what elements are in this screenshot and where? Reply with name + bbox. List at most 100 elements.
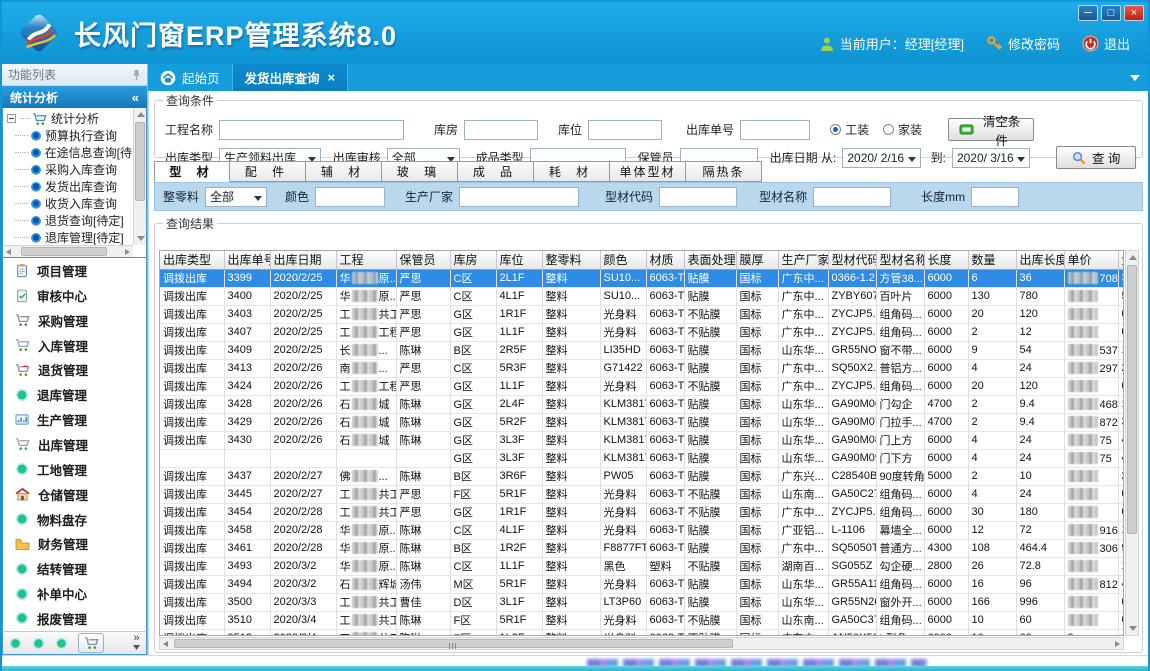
material-tab-6[interactable]: 单体型材 xyxy=(610,161,686,182)
tab-close-icon[interactable]: × xyxy=(328,70,336,85)
tree-item-5[interactable]: 退货查询[待定] xyxy=(5,212,132,229)
profile-name-input[interactable] xyxy=(813,187,891,207)
table-row[interactable]: 调拨出库34292020/2/26石城陈琳G区5R2F整料KLM38176063… xyxy=(160,413,1124,431)
grid-column-header[interactable]: 出库类型 xyxy=(160,251,224,269)
sidebar-item-12[interactable]: 结转管理 xyxy=(3,556,146,581)
sidebar-item-6[interactable]: 生产管理 xyxy=(3,407,146,432)
material-tab-0[interactable]: 型 材 xyxy=(154,161,230,182)
table-row[interactable]: 调拨出库34282020/2/26石城陈琳G区2L4F整料KLM38176063… xyxy=(160,395,1124,413)
table-row[interactable]: 调拨出库34032020/2/25工共工程严思G区1R1F整料光身料6063-T… xyxy=(160,305,1124,323)
tree-item-2[interactable]: 采购入库查询 xyxy=(5,161,132,178)
grid-column-header[interactable]: 出库日期 xyxy=(270,251,336,269)
grid-column-header[interactable]: 金 xyxy=(1118,251,1124,269)
grid-column-header[interactable]: 保管员 xyxy=(396,251,450,269)
table-row[interactable]: 调拨出库34372020/2/27佛...陈琳B区3R6F整料PW056063-… xyxy=(160,467,1124,485)
date-from-select[interactable]: 2020/ 2/16 xyxy=(842,148,920,168)
tree-item-0[interactable]: 预算执行查询 xyxy=(5,127,132,144)
close-button[interactable]: × xyxy=(1124,5,1144,21)
tree-item-4[interactable]: 收货入库查询 xyxy=(5,195,132,212)
maker-input[interactable] xyxy=(459,187,579,207)
tab-shipment-query[interactable]: 发货出库查询 × xyxy=(232,64,349,91)
minimize-button[interactable]: ─ xyxy=(1078,5,1098,21)
sidebar-overflow-button[interactable]: » xyxy=(133,634,140,652)
table-row[interactable]: 调拨出库34302020/2/26石城陈琳G区3L3F整料KLM38176063… xyxy=(160,431,1124,449)
table-row[interactable]: 调拨出库34242020/2/26工工程严思G区1L1F整料光身料6063-T5… xyxy=(160,377,1124,395)
grid-horizontal-scrollbar[interactable] xyxy=(159,637,1124,650)
sidebar-section-header[interactable]: 统计分析 « xyxy=(2,86,147,108)
sidebar-item-5[interactable]: 退库管理 xyxy=(3,382,146,407)
sidebar-item-3[interactable]: 入库管理 xyxy=(3,333,146,358)
order-no-input[interactable] xyxy=(740,120,810,140)
grid-column-header[interactable]: 长度 xyxy=(924,251,968,269)
tree-vertical-scrollbar[interactable] xyxy=(133,108,146,245)
grid-column-header[interactable]: 工程 xyxy=(336,251,396,269)
table-row[interactable]: G区3L3F整料KLM38176063-T5贴膜国标山东华...GA90M09.… xyxy=(160,449,1124,467)
radio-gongzhuang[interactable]: 工装 xyxy=(830,121,869,138)
table-row[interactable]: 调拨出库34582020/2/28华原...陈琳C区4L1F整料光身料6063-… xyxy=(160,521,1124,539)
table-row[interactable]: 调拨出库34542020/2/28工共工程严思G区1R1F整料光身料6063-T… xyxy=(160,503,1124,521)
pin-icon[interactable] xyxy=(132,69,141,81)
warehouse-input[interactable] xyxy=(464,120,538,140)
green-dot-icon[interactable] xyxy=(32,637,45,650)
table-row[interactable]: 调拨出库35122020/3/4工共工程陈琳F区1L2F整料光身料6063-T5… xyxy=(160,629,1124,636)
sidebar-item-1[interactable]: 审核中心 xyxy=(3,283,146,308)
table-row[interactable]: 调拨出库35002020/3/3工共工程曹佳D区3L1F整料LT3P606063… xyxy=(160,593,1124,611)
tree-root[interactable]: 统计分析 xyxy=(5,110,132,127)
cart-shortcut-button[interactable] xyxy=(78,633,104,653)
tree-item-1[interactable]: 在途信息查询[待 xyxy=(5,144,132,161)
grid-column-header[interactable]: 膜厚 xyxy=(736,251,778,269)
material-tab-1[interactable]: 配 件 xyxy=(230,161,306,182)
search-button[interactable]: 查 询 xyxy=(1056,146,1136,169)
grid-column-header[interactable]: 颜色 xyxy=(600,251,646,269)
grid-column-header[interactable]: 数量 xyxy=(968,251,1016,269)
table-row[interactable]: 调拨出库35102020/3/4工共工程陈琳F区5R1F整料光身料6063-T5… xyxy=(160,611,1124,629)
tree-item-3[interactable]: 发货出库查询 xyxy=(5,178,132,195)
material-tab-4[interactable]: 成 品 xyxy=(458,161,534,182)
tree-expander-icon[interactable] xyxy=(7,114,16,123)
grid-column-header[interactable]: 型材名称 xyxy=(876,251,924,269)
green-dot-icon[interactable] xyxy=(55,637,68,650)
grid-column-header[interactable]: 库位 xyxy=(496,251,542,269)
table-row[interactable]: 调拨出库34612020/2/28华原...陈琳B区1R2F整料F8877FT6… xyxy=(160,539,1124,557)
sidebar-item-0[interactable]: 项目管理 xyxy=(3,258,146,283)
material-tab-3[interactable]: 玻 璃 xyxy=(382,161,458,182)
grid-column-header[interactable]: 材质 xyxy=(646,251,684,269)
table-row[interactable]: 调拨出库34932020/3/2华原...陈琳C区1L1F整料黑色塑料不贴膜国标… xyxy=(160,557,1124,575)
grid-column-header[interactable]: 整零料 xyxy=(542,251,600,269)
table-row[interactable]: 调拨出库34452020/2/27工共工程严思F区5R1F整料光身料6063-T… xyxy=(160,485,1124,503)
table-row[interactable]: 调拨出库34132020/2/26南...严思C区5R3F整料G71422606… xyxy=(160,359,1124,377)
table-row[interactable]: 调拨出库34942020/3/2石辉城汤伟M区5R1F整料光身料6063-T5贴… xyxy=(160,575,1124,593)
sidebar-item-10[interactable]: 物料盘存 xyxy=(3,507,146,532)
sidebar-item-8[interactable]: 工地管理 xyxy=(3,457,146,482)
sidebar-item-4[interactable]: 退货管理 xyxy=(3,357,146,382)
color-input[interactable] xyxy=(315,187,385,207)
grid-column-header[interactable]: 库房 xyxy=(450,251,496,269)
sidebar-item-7[interactable]: 出库管理 xyxy=(3,432,146,457)
table-row[interactable]: 调拨出库34072020/2/25工工程严思G区1L1F整料光身料6063-T5… xyxy=(160,323,1124,341)
location-input[interactable] xyxy=(588,120,662,140)
green-dot-icon[interactable] xyxy=(9,637,22,650)
date-to-select[interactable]: 2020/ 3/16 xyxy=(952,148,1030,168)
sidebar-item-14[interactable]: 报废管理 xyxy=(3,606,146,631)
radio-jiazhuang[interactable]: 家装 xyxy=(883,121,922,138)
project-name-input[interactable] xyxy=(219,120,404,140)
length-input[interactable] xyxy=(971,187,1019,207)
sidebar-item-13[interactable]: 补单中心 xyxy=(3,581,146,606)
table-row[interactable]: 调拨出库34092020/2/25长...陈琳B区2R5F整料LI35HD606… xyxy=(160,341,1124,359)
clear-conditions-button[interactable]: 清空条件 xyxy=(948,118,1034,141)
material-tab-5[interactable]: 耗 材 xyxy=(534,161,610,182)
grid-column-header[interactable]: 生产厂家 xyxy=(778,251,828,269)
tab-list-dropdown-icon[interactable] xyxy=(1130,75,1140,81)
grid-column-header[interactable]: 表面处理 xyxy=(684,251,736,269)
maximize-button[interactable]: □ xyxy=(1101,5,1121,21)
batch-select[interactable]: 全部 xyxy=(205,187,267,207)
table-row[interactable]: 调拨出库34002020/2/25华原...严思C区4L1F整料SU10...6… xyxy=(160,287,1124,305)
logout[interactable]: 退出 xyxy=(1082,34,1130,53)
sidebar-item-11[interactable]: 财务管理 xyxy=(3,531,146,556)
tree-horizontal-scrollbar[interactable] xyxy=(3,245,133,257)
tree-item-6[interactable]: 退库管理[待定] xyxy=(5,229,132,245)
grid-column-header[interactable]: 单价 xyxy=(1064,251,1118,269)
table-row[interactable]: 调拨出库33992020/2/25华原...严思C区2L1F整料SU10...6… xyxy=(160,269,1124,287)
tab-home[interactable]: 起始页 xyxy=(148,64,232,91)
grid-column-header[interactable]: 出库长度 xyxy=(1016,251,1064,269)
